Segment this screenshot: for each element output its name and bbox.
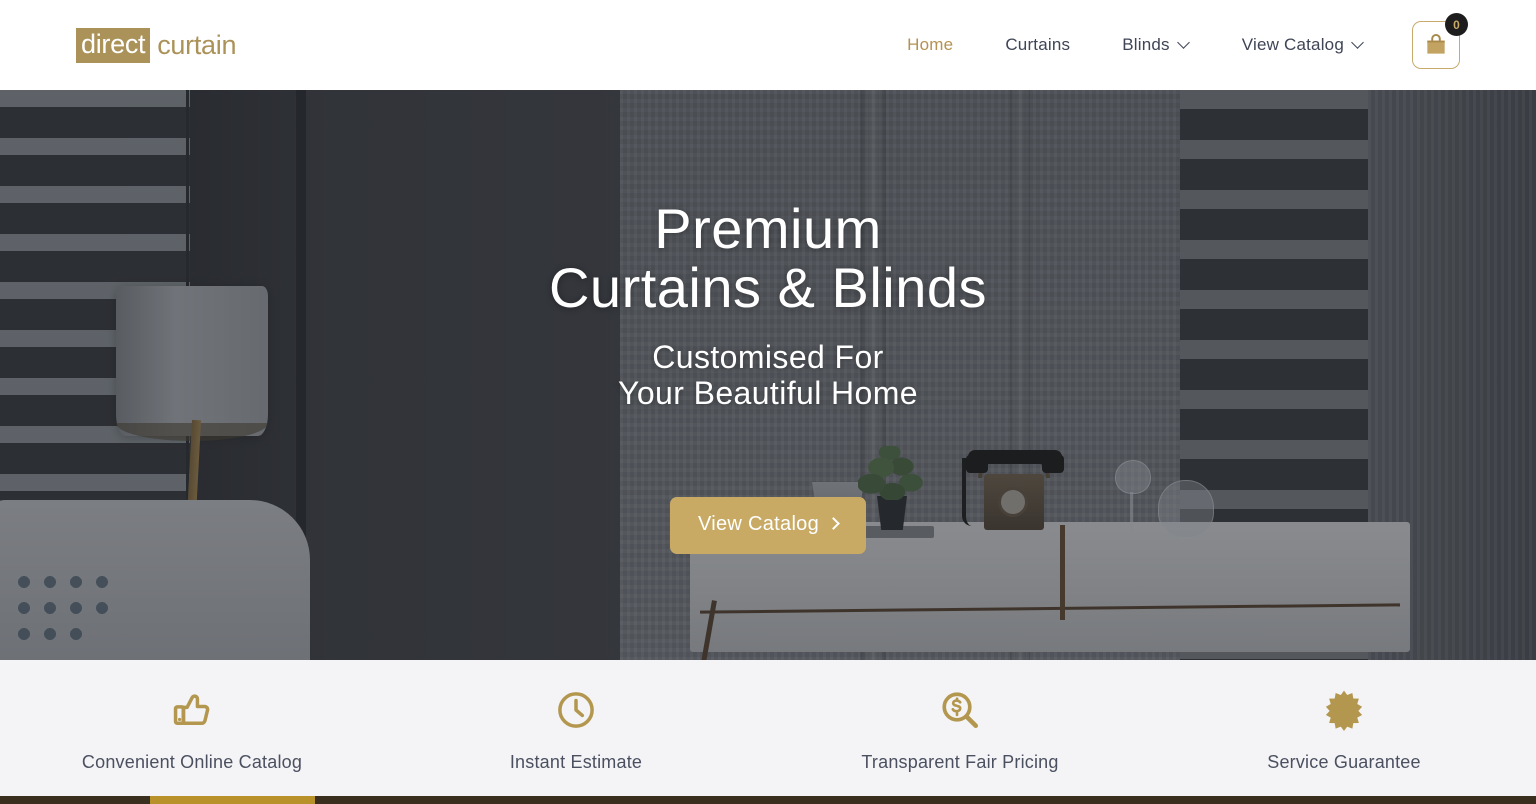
chevron-down-icon (1179, 38, 1190, 49)
starburst-badge-icon (1325, 690, 1363, 731)
hero-title-line-2: Curtains & Blinds (548, 256, 987, 320)
hero-subtitle-line-1: Customised For (652, 338, 884, 375)
bottom-progress-bar[interactable] (0, 796, 1536, 804)
nav-item-view-catalog-label: View Catalog (1241, 35, 1344, 54)
thumbs-up-icon (173, 694, 210, 726)
chevron-right-icon (827, 517, 840, 531)
feature-instant-estimate[interactable]: Instant Estimate (384, 688, 768, 773)
nav-item-home[interactable]: Home (881, 35, 979, 55)
hero-title-line-1: Premium (654, 197, 882, 260)
logo-word-curtain: curtain (157, 29, 237, 60)
nav-item-curtains[interactable]: Curtains (979, 35, 1096, 55)
nav-item-curtains-label: Curtains (1005, 35, 1071, 54)
nav-item-home-label: Home (907, 35, 954, 54)
feature-icon-wrapper (1323, 688, 1365, 732)
logo-mark-direct: direct (76, 27, 151, 63)
hero-subtitle-line-2: Your Beautiful Home (618, 374, 918, 411)
feature-label: Instant Estimate (509, 752, 643, 772)
hero-section: Premium Curtains & Blinds Customised For… (0, 90, 1536, 660)
bottom-progress-fill (150, 796, 315, 804)
clock-icon (558, 692, 594, 728)
view-catalog-button-label: View Catalog (697, 513, 820, 536)
feature-label: Service Guarantee (1267, 752, 1421, 772)
hero-subtitle: Customised For Your Beautiful Home (618, 338, 918, 412)
cart-count-badge: 0 (1445, 13, 1468, 36)
shopping-bag-icon (1427, 33, 1445, 54)
nav-item-view-catalog[interactable]: View Catalog (1216, 35, 1390, 55)
feature-service-guarantee[interactable]: Service Guarantee (1152, 688, 1536, 773)
feature-transparent-fair-pricing[interactable]: Transparent Fair Pricing (768, 688, 1152, 773)
view-catalog-button[interactable]: View Catalog (669, 497, 867, 555)
feature-icon-wrapper (555, 688, 597, 732)
hero-title: Premium Curtains & Blinds (549, 199, 987, 318)
site-logo[interactable]: direct curtain (76, 27, 237, 63)
hero-content: Premium Curtains & Blinds Customised For… (0, 90, 1536, 660)
features-section: Convenient Online Catalog Instant Estima… (0, 660, 1536, 804)
feature-icon-wrapper (171, 688, 213, 732)
nav-item-blinds-label: Blinds (1122, 35, 1170, 54)
magnifier-dollar-icon (942, 692, 979, 729)
feature-convenient-online-catalog[interactable]: Convenient Online Catalog (0, 688, 384, 773)
chevron-down-icon (1353, 38, 1364, 49)
page-root: direct curtain Home Curtains Blinds View… (0, 0, 1536, 804)
site-header: direct curtain Home Curtains Blinds View… (0, 0, 1536, 90)
main-navigation: Home Curtains Blinds View Catalog 0 (881, 13, 1468, 69)
feature-icon-wrapper (939, 688, 981, 732)
nav-item-blinds[interactable]: Blinds (1096, 35, 1216, 55)
feature-label: Convenient Online Catalog (81, 752, 303, 772)
cart-button[interactable]: 0 (1412, 13, 1468, 69)
feature-label: Transparent Fair Pricing (861, 752, 1059, 772)
